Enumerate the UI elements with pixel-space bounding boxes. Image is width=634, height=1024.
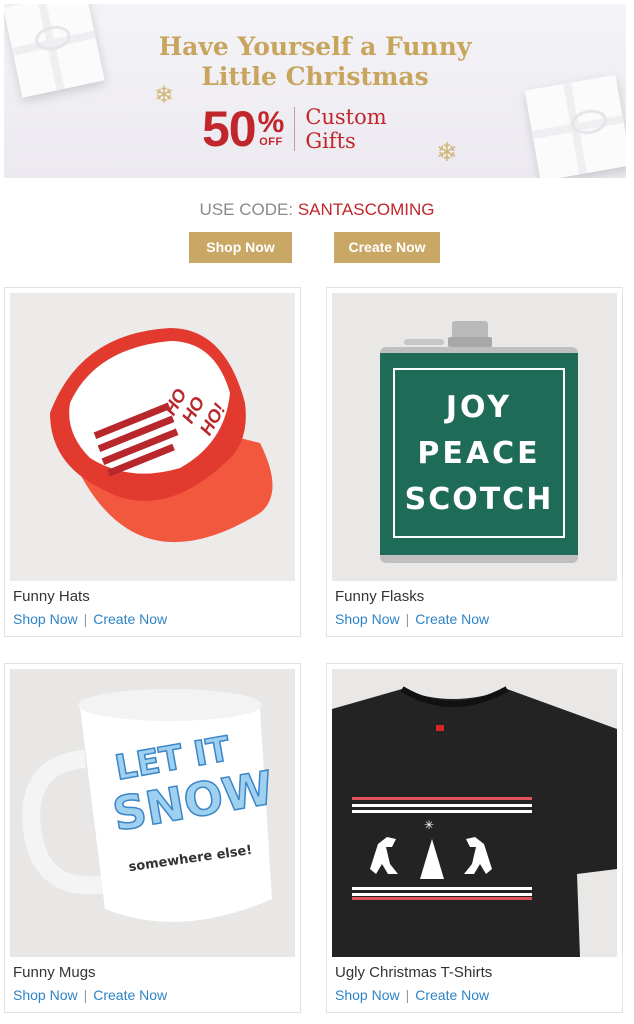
link-separator: | [83,987,88,1003]
discount-percent: % OFF [257,106,285,149]
flask-text: SCOTCH [405,482,554,517]
snowflake-icon: ❄ [436,137,458,167]
discount-number: 50 [202,101,257,157]
link-separator: | [83,611,88,627]
hero-headline: Have Yourself a Funny [158,32,472,61]
shop-now-link[interactable]: Shop Now [13,611,78,627]
tshirt-image[interactable]: ✳ [332,669,617,957]
product-links: Shop Now | Create Now [13,611,167,627]
shop-now-link[interactable]: Shop Now [335,987,400,1003]
hero-headline-line2: Little Christmas [201,62,429,91]
promo-code-label: USE CODE: [199,200,294,219]
promo-code-value: SANTASCOMING [297,200,435,219]
flask-text: JOY [444,390,512,425]
product-card-hats: HO HO HO! Funny Hats Shop Now | Create Now [4,287,301,637]
product-card-flasks: JOY PEACE SCOTCH Funny Flasks Shop Now | C… [326,287,623,637]
shop-now-link[interactable]: Shop Now [335,611,400,627]
divider [294,107,296,151]
mug-image[interactable]: LET IT SNOW somewhere else! [10,669,295,957]
create-now-link[interactable]: Create Now [415,987,489,1003]
flask-image[interactable]: JOY PEACE SCOTCH [332,293,617,581]
create-now-button[interactable]: Create Now [334,232,440,263]
promo-code: USE CODE: SANTASCOMING [0,200,634,220]
product-links: Shop Now | Create Now [335,987,489,1003]
offer-text: Custom Gifts [305,105,387,153]
hat-image[interactable]: HO HO HO! [10,293,295,581]
svg-text:✳: ✳ [424,818,434,832]
product-card-tshirts: ✳ Ugly Christmas T-Shirts Shop Now | Creat… [326,663,623,1013]
product-links: Shop Now | Create Now [13,987,167,1003]
product-links: Shop Now | Create Now [335,611,489,627]
link-separator: | [405,611,410,627]
product-title[interactable]: Ugly Christmas T-Shirts [335,964,492,981]
product-title[interactable]: Funny Flasks [335,588,424,605]
create-now-link[interactable]: Create Now [93,611,167,627]
hero-banner[interactable]: ❄ ❄ Have Yourself a Funny Little Christm… [4,4,626,178]
create-now-link[interactable]: Create Now [93,987,167,1003]
product-card-mugs: LET IT SNOW somewhere else! Funny Mugs S… [4,663,301,1013]
shop-now-button[interactable]: Shop Now [189,232,292,263]
shop-now-link[interactable]: Shop Now [13,987,78,1003]
link-separator: | [405,987,410,1003]
create-now-link[interactable]: Create Now [415,611,489,627]
product-title[interactable]: Funny Hats [13,588,90,605]
flask-text: PEACE [417,436,540,471]
discount-offer: 50 % OFF Custom Gifts [202,100,387,158]
product-title[interactable]: Funny Mugs [13,964,96,981]
